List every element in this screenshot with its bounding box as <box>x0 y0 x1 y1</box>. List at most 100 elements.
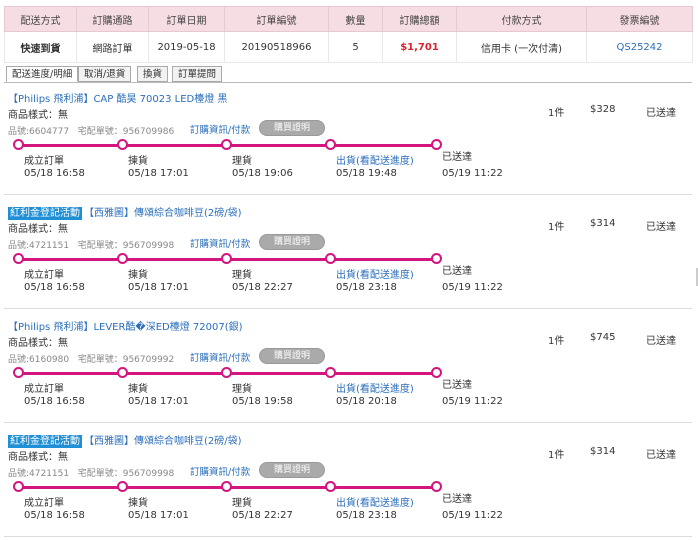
promo-badge[interactable]: 紅利金登記活動 <box>8 207 82 220</box>
item-price: $314 <box>590 446 616 457</box>
progress-step-label[interactable]: 出貨(看配送進度) <box>336 152 414 167</box>
header-invoice: 發票編號 <box>586 6 693 32</box>
progress-dot <box>325 253 336 264</box>
item-number: 品號:4721151 <box>8 469 70 479</box>
item-title-text[interactable]: 【西雅圖】傳頌綜合咖啡豆(2磅/袋) <box>84 436 242 447</box>
header-payment: 付款方式 <box>456 6 587 32</box>
progress-dot <box>13 139 24 150</box>
tab-order-question[interactable]: 訂單提問 <box>172 66 223 82</box>
item-title[interactable]: 紅利金登記活動 【西雅圖】傳頌綜合咖啡豆(2磅/袋) <box>8 204 548 220</box>
order-info-payment-link[interactable]: 訂購資訊/付款 <box>190 236 250 250</box>
header-total: 訂購總額 <box>382 6 457 32</box>
progress-step-time: 05/18 16:58 <box>24 168 85 179</box>
progress-step-label: 成立訂單 <box>24 270 64 281</box>
item-style: 商品樣式：無 <box>8 224 68 235</box>
progress-step-label[interactable]: 出貨(看配送進度) <box>336 266 414 281</box>
progress-dot <box>431 253 442 264</box>
item-status: 已送達 <box>646 222 676 233</box>
tab-exchange[interactable]: 換貨 <box>137 66 169 82</box>
purchase-proof-button[interactable]: 購買證明 <box>259 462 325 478</box>
progress-step-time: 05/19 11:22 <box>442 510 503 521</box>
order-info-payment-link[interactable]: 訂購資訊/付款 <box>190 464 250 478</box>
shipping-method: 快速到貨 <box>4 31 77 63</box>
progress-step-label[interactable]: 出貨(看配送進度) <box>336 380 414 395</box>
item-quantity: 1件 <box>548 222 565 233</box>
item-title[interactable]: 【Philips 飛利浦】CAP 酷昊 70023 LED檯燈 黑 <box>8 90 548 105</box>
progress-dot <box>221 367 232 378</box>
progress-step-time: 05/18 19:58 <box>232 396 293 407</box>
order-info-payment-link[interactable]: 訂購資訊/付款 <box>190 350 250 364</box>
header-channel: 訂購通路 <box>76 6 149 32</box>
order-info-payment-link[interactable]: 訂購資訊/付款 <box>190 122 250 136</box>
purchase-proof-button[interactable]: 購買證明 <box>259 234 325 250</box>
progress-step-label: 揀貨 <box>128 498 148 509</box>
item-title-text[interactable]: 【西雅圖】傳頌綜合咖啡豆(2磅/袋) <box>84 208 242 219</box>
delivery-number: 宅配單號：956709986 <box>77 127 175 137</box>
progress-step-label: 揀貨 <box>128 384 148 395</box>
order-summary-table: 配送方式 訂購通路 訂單日期 訂單編號 數量 訂購總額 付款方式 發票編號 快速… <box>4 6 693 63</box>
item-title[interactable]: 紅利金登記活動 【西雅圖】傳頌綜合咖啡豆(2磅/袋) <box>8 432 548 448</box>
item-price: $745 <box>590 332 616 343</box>
progress-step-time: 05/18 16:58 <box>24 510 85 521</box>
invoice-number[interactable]: QS25242 <box>586 31 693 63</box>
item-style: 商品樣式：無 <box>8 338 68 349</box>
item-price: $314 <box>590 218 616 229</box>
item-status: 已送達 <box>646 108 676 119</box>
progress-step-label: 理貨 <box>232 384 252 395</box>
promo-badge[interactable]: 紅利金登記活動 <box>8 435 82 448</box>
header-shipping: 配送方式 <box>4 6 77 32</box>
order-date: 2019-05-18 <box>148 31 225 63</box>
tab-delivery-progress[interactable]: 配送進度/明細 <box>6 66 79 82</box>
progress-dot <box>117 253 128 264</box>
progress-step-label[interactable]: 出貨(看配送進度) <box>336 494 414 509</box>
item-style: 商品樣式：無 <box>8 452 68 463</box>
tab-divider <box>4 82 692 83</box>
purchase-proof-button[interactable]: 購買證明 <box>259 120 325 136</box>
item-number: 品號:4721151 <box>8 241 70 251</box>
item-meta: 品號:4721151 宅配單號：956709998 <box>8 466 174 479</box>
progress-step-label: 揀貨 <box>128 270 148 281</box>
item-price: $328 <box>590 104 616 115</box>
item-meta: 品號:6160980 宅配單號：956709992 <box>8 352 174 365</box>
order-item: 紅利金登記活動 【西雅圖】傳頌綜合咖啡豆(2磅/袋) 商品樣式：無 品號:472115… <box>4 200 692 309</box>
progress-step-time: 05/18 22:27 <box>232 282 293 293</box>
order-channel: 網路訂單 <box>76 31 149 63</box>
item-style: 商品樣式：無 <box>8 110 68 121</box>
item-title-text[interactable]: 【Philips 飛利浦】LEVER酷�深ED檯燈 72007(銀) <box>8 322 243 333</box>
item-title[interactable]: 【Philips 飛利浦】LEVER酷�深ED檯燈 72007(銀) <box>8 318 548 333</box>
item-status: 已送達 <box>646 450 676 461</box>
item-title-text[interactable]: 【Philips 飛利浦】CAP 酷昊 70023 LED檯燈 黑 <box>8 94 227 105</box>
progress-step-time: 05/18 19:06 <box>232 168 293 179</box>
progress-dot <box>221 481 232 492</box>
order-total: $1,701 <box>382 31 457 63</box>
progress-dot <box>117 139 128 150</box>
item-meta: 品號:4721151 宅配單號：956709998 <box>8 238 174 251</box>
progress-step-label: 揀貨 <box>128 156 148 167</box>
progress-step-time: 05/19 11:22 <box>442 282 503 293</box>
payment-method: 信用卡 (一次付清) <box>456 31 587 63</box>
progress-step-time: 05/18 19:48 <box>336 168 397 179</box>
tab-cancel-return[interactable]: 取消/退貨 <box>78 66 132 82</box>
progress-step-label: 已送達 <box>442 152 472 163</box>
summary-header-row: 配送方式 訂購通路 訂單日期 訂單編號 數量 訂購總額 付款方式 發票編號 <box>4 6 693 32</box>
delivery-number: 宅配單號：956709992 <box>77 355 175 365</box>
progress-step-time: 05/18 17:01 <box>128 396 189 407</box>
order-item: 紅利金登記活動 【西雅圖】傳頌綜合咖啡豆(2磅/袋) 商品樣式：無 品號:472115… <box>4 428 692 537</box>
progress-dot <box>13 367 24 378</box>
progress-dot <box>117 367 128 378</box>
progress-dot <box>221 253 232 264</box>
progress-dot <box>325 481 336 492</box>
progress-step-label: 成立訂單 <box>24 384 64 395</box>
progress-step-label: 理貨 <box>232 270 252 281</box>
progress-step-time: 05/18 20:18 <box>336 396 397 407</box>
progress-dot <box>431 139 442 150</box>
progress-dot <box>325 367 336 378</box>
progress-step-time: 05/19 11:22 <box>442 168 503 179</box>
progress-dot <box>221 139 232 150</box>
progress-dot <box>13 481 24 492</box>
purchase-proof-button[interactable]: 購買證明 <box>259 348 325 364</box>
item-quantity: 1件 <box>548 450 565 461</box>
item-number: 品號:6160980 <box>8 355 70 365</box>
delivery-number: 宅配單號：956709998 <box>77 469 175 479</box>
item-quantity: 1件 <box>548 336 565 347</box>
